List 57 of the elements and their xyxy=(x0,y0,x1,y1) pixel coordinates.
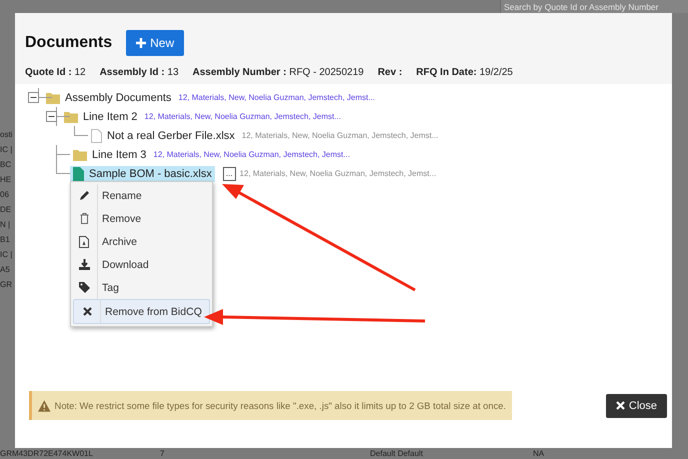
tree-node[interactable]: Line Item 2 xyxy=(61,110,140,124)
folder-icon xyxy=(46,92,60,104)
new-button[interactable]: New xyxy=(126,30,184,56)
pencil-icon xyxy=(78,190,90,201)
tree-node[interactable]: Line Item 3 xyxy=(70,148,150,162)
menu-item[interactable]: Remove xyxy=(71,207,212,230)
info-field: RFQ In Date: 19/2/25 xyxy=(416,67,513,78)
dialog-title: Documents xyxy=(25,34,112,52)
menu-item[interactable]: Download xyxy=(71,253,212,276)
table-cell-text: N | xyxy=(0,220,12,229)
close-icon xyxy=(616,401,625,410)
table-cell-text: 06 xyxy=(0,190,10,199)
table-cell-text: osti xyxy=(0,130,14,139)
tree-node[interactable]: Sample BOM - basic.xlsx xyxy=(70,166,215,182)
collapse-toggle[interactable] xyxy=(28,92,39,103)
node-details: 12, Materials, New, Noelia Guzman, Jemstech, Jemst... xyxy=(240,169,436,178)
node-details: 12, Materials, New, Noelia Guzman, Jemstech, Jemst... xyxy=(178,93,375,102)
tree-node[interactable]: Assembly Documents xyxy=(43,90,174,104)
close-icon xyxy=(82,307,92,316)
info-field: Rev : xyxy=(378,67,402,78)
table-cell-text: IC | xyxy=(0,250,14,259)
more-button[interactable]: ... xyxy=(222,166,236,180)
table-cell-text: B1 xyxy=(0,235,11,244)
table-cell-text: IC | xyxy=(0,145,14,154)
document-icon xyxy=(79,236,89,248)
table-cell-text: GRM43DR72E474KW01L xyxy=(0,449,94,458)
table-cell-text: BC xyxy=(0,160,12,169)
folder-icon xyxy=(73,148,87,160)
close-button[interactable]: Close xyxy=(606,394,667,418)
download-icon xyxy=(78,259,90,270)
table-cell-text: DE xyxy=(0,205,12,214)
note-text: Note: We restrict some file types for security reasons like ".exe, .js" also it limits up to 2 GB total size at once. xyxy=(54,400,506,411)
tag-icon xyxy=(78,282,90,293)
table-cell-text: Default Default xyxy=(370,449,424,458)
plus-icon xyxy=(136,38,146,48)
menu-item[interactable]: Archive xyxy=(71,230,212,253)
table-cell-text: HE xyxy=(0,175,12,184)
info-field: Assembly Id : 13 xyxy=(100,67,179,78)
tree-node[interactable]: Not a real Gerber File.xlsx xyxy=(88,128,238,144)
menu-item[interactable]: Remove from BidCQ xyxy=(73,299,210,324)
warning-icon xyxy=(38,400,51,412)
table-cell-text: GR xyxy=(0,280,13,289)
table-cell-text: A5 xyxy=(0,265,11,274)
table-cell-text: 7 xyxy=(160,449,166,458)
file-icon xyxy=(91,128,102,142)
info-field: Quote Id : 12 xyxy=(25,67,86,78)
folder-icon xyxy=(64,110,78,122)
table-cell-text: NA xyxy=(533,449,546,458)
trash-icon xyxy=(80,213,88,224)
node-details: 12, Materials, New, Noelia Guzman, Jemstech, Jemst... xyxy=(242,131,438,140)
tree-connector xyxy=(74,126,88,136)
node-details: 12, Materials, New, Noelia Guzman, Jemstech, Jemst... xyxy=(144,112,341,121)
collapse-toggle[interactable] xyxy=(46,111,57,122)
info-field: Assembly Number : RFQ - 20250219 xyxy=(192,67,364,78)
menu-item[interactable]: Rename xyxy=(71,184,212,207)
node-details: 12, Materials, New, Noelia Guzman, Jemstech, Jemst... xyxy=(153,150,350,159)
spreadsheet-file-icon xyxy=(73,166,84,180)
